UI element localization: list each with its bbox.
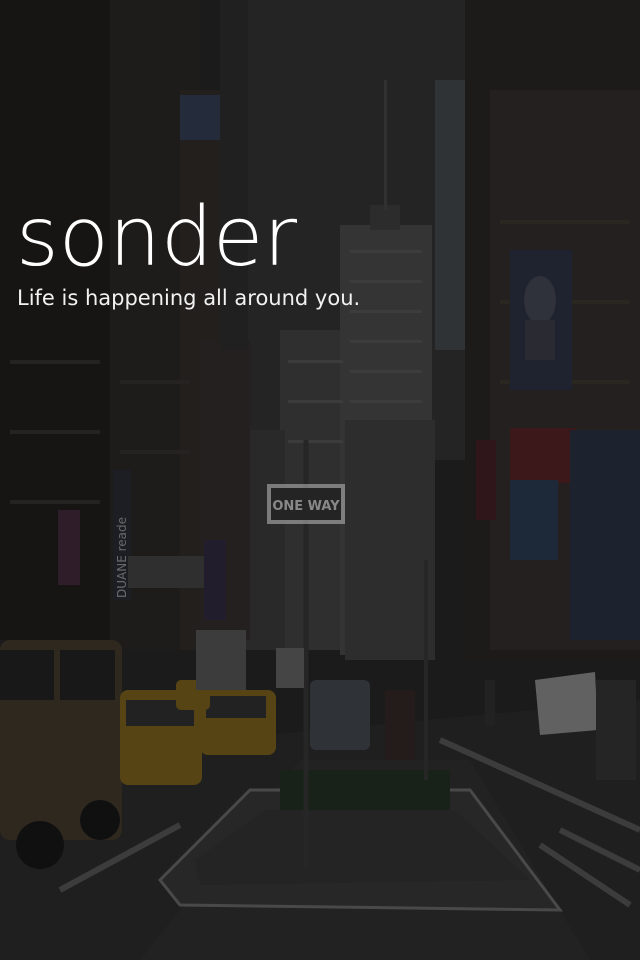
dark-overlay — [0, 0, 640, 960]
brand-block: sonder Life is happening all around you. — [16, 192, 616, 312]
app-tagline: Life is happening all around you. — [17, 286, 361, 310]
splash-screen: ONE WAY DUANE reade sonder Life is happe… — [0, 0, 640, 960]
app-title: sonder — [16, 190, 298, 285]
